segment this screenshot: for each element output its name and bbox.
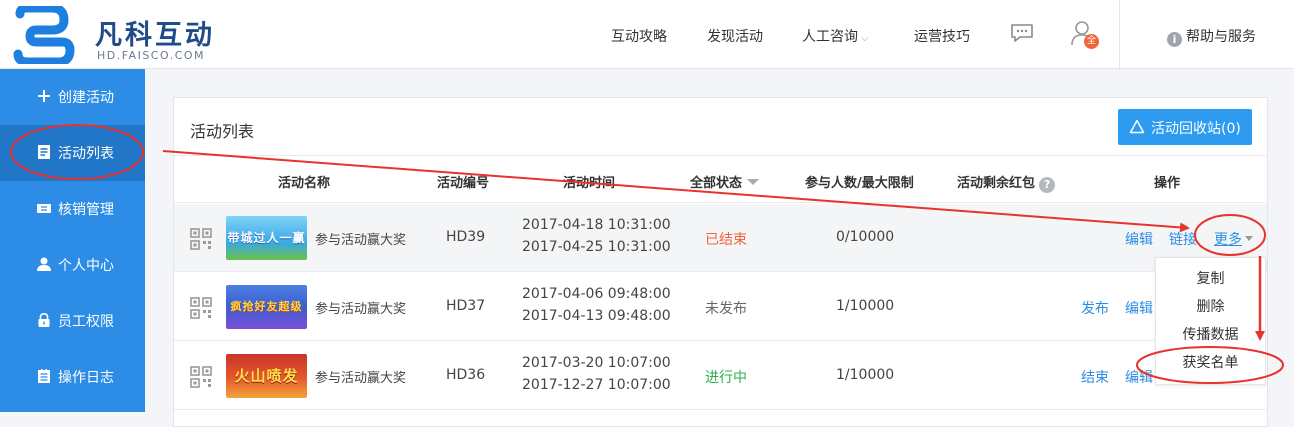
ticket-icon [37, 204, 51, 213]
menu-item-delete[interactable]: 删除 [1156, 293, 1265, 321]
column-header-ops: 操作 [1154, 176, 1181, 191]
qrcode-icon[interactable] [190, 366, 212, 388]
sidebar-item-label: 核销管理 [58, 202, 114, 218]
edit-link[interactable]: 编辑 [1125, 367, 1153, 387]
status-filter[interactable]: 全部状态 [690, 172, 760, 191]
lock-icon [38, 313, 50, 327]
activity-thumbnail[interactable]: 火山喷发 [226, 354, 307, 398]
participant-count: 1/10000 [836, 298, 895, 314]
list-icon [38, 145, 50, 159]
table-row: 火山喷发 参与活动赢大奖 HD36 2017-03-20 10:07:00 20… [174, 342, 1267, 410]
nav-guide[interactable]: 互动攻略 [611, 26, 667, 46]
column-header-redpack-label: 活动剩余红包 [957, 176, 1036, 191]
nav-tips[interactable]: 运营技巧 [914, 26, 970, 46]
help-label: 帮助与服务 [1186, 29, 1256, 45]
caret-down-icon [1245, 236, 1253, 241]
column-header-time: 活动时间 [563, 176, 616, 191]
activity-code: HD37 [446, 298, 486, 314]
caret-down-icon [747, 179, 760, 185]
thumbnail-text: 疯抢好友超级召唤 [230, 300, 303, 313]
header-divider [1119, 0, 1120, 69]
activity-list-panel: 活动列表 活动回收站(0) 活动名称 活动编号 活动时间 全部状态 参与人数/最… [173, 97, 1268, 427]
nav-consult-label: 人工咨询 [802, 29, 858, 45]
share-link[interactable]: 链接 [1169, 229, 1197, 249]
activity-name: 参与活动赢大奖 [315, 233, 407, 248]
user-avatar[interactable]: 全 [1070, 20, 1100, 50]
status-badge: 进行中 [705, 370, 747, 386]
sidebar-item-staff[interactable]: 员工权限 [0, 293, 145, 349]
activity-end-time: 2017-04-13 09:48:00 [522, 308, 671, 324]
avatar-badge: 全 [1084, 34, 1099, 49]
logo-subtitle: HD.FAISCO.COM [97, 49, 206, 62]
edit-link[interactable]: 编辑 [1125, 298, 1153, 318]
recycle-bin-label: 活动回收站(0) [1151, 121, 1241, 137]
menu-item-winner-list[interactable]: 获奖名单 [1156, 349, 1265, 377]
sidebar-item-log[interactable]: 操作日志 [0, 349, 145, 405]
user-icon [37, 257, 51, 271]
more-dropdown-menu: 复制 删除 传播数据 获奖名单 [1155, 257, 1266, 385]
activity-thumbnail[interactable]: 疯抢好友超级召唤 [226, 285, 307, 329]
column-header-count: 参与人数/最大限制 [805, 176, 914, 191]
activity-start-time: 2017-03-20 10:07:00 [522, 355, 671, 371]
sidebar-item-label: 活动列表 [58, 146, 114, 162]
sidebar-item-label: 个人中心 [58, 258, 114, 274]
sidebar-item-profile[interactable]: 个人中心 [0, 237, 145, 293]
column-header-code: 活动编号 [437, 176, 490, 191]
info-icon: i [1167, 32, 1182, 47]
qrcode-icon[interactable] [190, 297, 212, 319]
more-label: 更多 [1214, 232, 1242, 248]
activity-code: HD39 [446, 229, 486, 245]
edit-link[interactable]: 编辑 [1125, 229, 1153, 249]
plus-icon [38, 90, 50, 102]
activity-name: 参与活动赢大奖 [315, 302, 407, 317]
sidebar-item-label: 员工权限 [58, 314, 114, 330]
thumbnail-text: 火山喷发 [234, 367, 299, 385]
log-icon [38, 369, 50, 383]
nav-consult[interactable]: 人工咨询 ⌵ [802, 26, 869, 46]
menu-item-spread-data[interactable]: 传播数据 [1156, 321, 1265, 349]
qrcode-icon[interactable] [190, 228, 212, 250]
recycle-bin-button[interactable]: 活动回收站(0) [1118, 109, 1252, 145]
activity-end-time: 2017-04-25 10:31:00 [522, 239, 671, 255]
top-bar: 凡科互动 HD.FAISCO.COM 互动攻略 发现活动 人工咨询 ⌵ 运营技巧 … [0, 0, 1294, 69]
end-link[interactable]: 结束 [1081, 367, 1109, 387]
message-icon[interactable] [1010, 23, 1034, 43]
chevron-down-icon: ⌵ [861, 33, 869, 44]
logo-mark-icon [13, 6, 75, 64]
more-dropdown-toggle[interactable]: 更多 [1214, 229, 1253, 249]
sidebar-item-verify[interactable]: 核销管理 [0, 181, 145, 237]
activity-code: HD36 [446, 367, 486, 383]
sidebar-item-label: 操作日志 [58, 370, 114, 386]
help-icon[interactable]: ? [1039, 177, 1056, 193]
menu-item-copy[interactable]: 复制 [1156, 265, 1265, 293]
sidebar: 创建活动 活动列表 核销管理 个人中心 员工权限 操作日志 [0, 69, 145, 412]
table-header: 活动名称 活动编号 活动时间 全部状态 参与人数/最大限制 活动剩余红包? 操作 [174, 155, 1267, 203]
page-title: 活动列表 [190, 122, 255, 141]
logo[interactable]: 凡科互动 HD.FAISCO.COM [10, 4, 310, 66]
sidebar-item-create[interactable]: 创建活动 [0, 69, 145, 125]
activity-thumbnail[interactable]: 带城过人一赢好礼 [226, 216, 307, 260]
status-filter-label: 全部状态 [690, 176, 743, 191]
status-badge: 已结束 [705, 232, 747, 248]
help-link[interactable]: i 帮助与服务 [1167, 26, 1256, 47]
activity-name: 参与活动赢大奖 [315, 371, 407, 386]
thumbnail-text: 带城过人一赢好礼 [227, 231, 306, 245]
nav-discover[interactable]: 发现活动 [707, 26, 763, 46]
activity-start-time: 2017-04-18 10:31:00 [522, 217, 671, 233]
participant-count: 1/10000 [836, 367, 895, 383]
recycle-icon [1129, 119, 1145, 134]
participant-count: 0/10000 [836, 229, 895, 245]
activity-start-time: 2017-04-06 09:48:00 [522, 286, 671, 302]
activity-end-time: 2017-12-27 10:07:00 [522, 377, 671, 393]
status-badge: 未发布 [705, 301, 747, 317]
table-row: 疯抢好友超级召唤 参与活动赢大奖 HD37 2017-04-06 09:48:0… [174, 273, 1267, 341]
sidebar-item-activity-list[interactable]: 活动列表 [0, 125, 145, 181]
column-header-name: 活动名称 [278, 176, 331, 191]
publish-link[interactable]: 发布 [1081, 298, 1109, 318]
logo-title: 凡科互动 [95, 20, 215, 51]
table-row: 带城过人一赢好礼 参与活动赢大奖 HD39 2017-04-18 10:31:0… [174, 204, 1267, 272]
column-header-redpack: 活动剩余红包? [957, 172, 1056, 193]
sidebar-item-label: 创建活动 [58, 90, 114, 106]
